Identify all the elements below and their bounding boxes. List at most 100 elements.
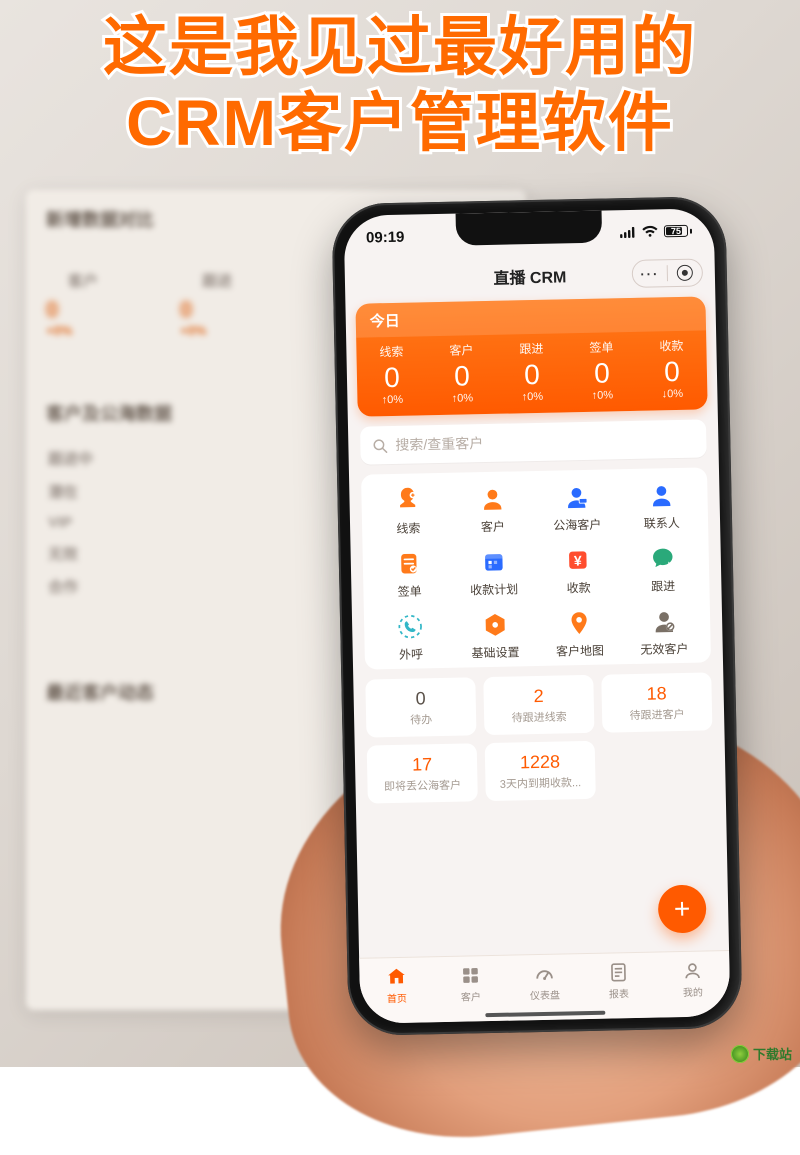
app-title: 直播 CRM	[493, 263, 566, 289]
module-客户地图[interactable]: 客户地图	[537, 607, 623, 660]
stat-value: 0	[637, 355, 708, 388]
task-label: 待办	[410, 711, 432, 727]
stat-delta: ↑0%	[567, 389, 637, 402]
module-label: 收款	[566, 579, 590, 596]
tab-客户[interactable]: 客户	[433, 956, 508, 1013]
tab-label: 客户	[461, 988, 481, 1003]
leads-icon	[392, 485, 423, 516]
task-count: 2	[533, 685, 543, 706]
module-签单[interactable]: 签单	[367, 548, 453, 601]
module-联系人[interactable]: 联系人	[619, 479, 705, 532]
home-indicator	[485, 1011, 605, 1018]
task-label: 待跟进线索	[511, 708, 566, 725]
module-label: 客户地图	[556, 642, 604, 660]
task-card[interactable]: 0 待办	[365, 677, 476, 737]
tab-仪表盘[interactable]: 仪表盘	[507, 954, 582, 1011]
stat-delta: ↑0%	[497, 390, 567, 403]
module-基础设置[interactable]: 基础设置	[452, 609, 538, 662]
module-label: 无效客户	[640, 640, 688, 658]
sign-icon	[394, 548, 425, 579]
report-icon	[607, 961, 629, 983]
today-stats: 线索 0 ↑0%客户 0 ↑0%跟进 0 ↑0%签单 0 ↑0%收款 0 ↓0%	[356, 330, 708, 416]
stat-label: 收款	[636, 336, 706, 354]
follow-icon	[647, 543, 678, 574]
module-客户[interactable]: 客户	[450, 483, 536, 536]
more-button[interactable]: ···	[633, 260, 668, 287]
task-card[interactable]: 18 待跟进客户	[601, 672, 712, 732]
module-label: 公海客户	[553, 516, 601, 534]
payment-icon: ¥	[563, 545, 594, 576]
task-count: 18	[646, 683, 666, 704]
close-miniprogram-button[interactable]	[668, 259, 703, 286]
navbar: 直播 CRM ···	[345, 252, 716, 300]
promo-title: 这是我见过最好用的 CRM客户管理软件	[0, 10, 800, 161]
miniprogram-capsule[interactable]: ···	[632, 258, 704, 287]
sea-customer-icon	[561, 482, 592, 513]
customer-icon	[477, 484, 508, 515]
task-label: 3天内到期收款...	[500, 774, 582, 792]
stat-签单[interactable]: 签单 0 ↑0%	[566, 338, 637, 402]
tab-我的[interactable]: 我的	[655, 951, 730, 1008]
stat-delta: ↓0%	[637, 387, 707, 400]
task-label: 即将丢公海客户	[384, 776, 461, 794]
plus-icon: +	[674, 893, 691, 925]
task-card[interactable]: 17 即将丢公海客户	[367, 743, 478, 803]
module-外呼[interactable]: 外呼	[368, 611, 454, 664]
customer-tab-icon	[459, 964, 481, 986]
module-label: 基础设置	[471, 643, 519, 661]
task-card[interactable]: 1228 3天内到期收款...	[485, 741, 596, 801]
module-公海客户[interactable]: 公海客户	[534, 481, 620, 534]
stat-跟进[interactable]: 跟进 0 ↑0%	[496, 339, 567, 403]
add-fab[interactable]: +	[658, 885, 707, 934]
module-收款[interactable]: ¥ 收款	[536, 544, 622, 597]
map-icon	[564, 608, 595, 639]
tab-label: 仪表盘	[530, 987, 560, 1003]
tab-label: 我的	[683, 984, 703, 999]
today-card: 今日 线索 0 ↑0%客户 0 ↑0%跟进 0 ↑0%签单 0 ↑0%收款 0 …	[355, 296, 707, 416]
status-time: 09:19	[366, 228, 405, 246]
search-input[interactable]: 搜索/查重客户	[360, 419, 707, 464]
stat-value: 0	[427, 360, 498, 393]
home-icon	[385, 966, 407, 988]
tab-报表[interactable]: 报表	[581, 953, 656, 1010]
task-label: 待跟进客户	[629, 705, 684, 722]
tab-首页[interactable]: 首页	[359, 957, 434, 1014]
svg-text:¥: ¥	[574, 552, 582, 568]
task-card[interactable]: 2 待跟进线索	[483, 675, 594, 735]
module-label: 联系人	[644, 514, 680, 532]
phone-frame: 09:19 75 直播 CRM ···	[331, 196, 742, 1036]
stat-value: 0	[357, 361, 428, 394]
signal-icon	[620, 226, 636, 237]
me-icon	[681, 960, 703, 982]
notch	[456, 211, 603, 246]
contact-icon	[646, 480, 677, 511]
stat-label: 跟进	[496, 339, 566, 357]
stat-delta: ↑0%	[357, 393, 427, 406]
module-label: 跟进	[651, 577, 675, 594]
module-label: 客户	[481, 518, 505, 535]
stat-线索[interactable]: 线索 0 ↑0%	[356, 342, 427, 406]
stat-收款[interactable]: 收款 0 ↓0%	[636, 336, 707, 400]
plan-icon	[478, 547, 509, 578]
wifi-icon	[642, 225, 658, 237]
battery-icon: 75	[664, 225, 692, 238]
stat-客户[interactable]: 客户 0 ↑0%	[426, 341, 497, 405]
stat-label: 线索	[356, 342, 426, 360]
stat-label: 客户	[426, 341, 496, 359]
module-grid: 线索 客户 公海客户 联系人 签单 收款计划 ¥ 收款 跟进 外呼 基础设置 客户…	[361, 467, 711, 669]
stat-label: 签单	[566, 338, 636, 356]
task-count: 1228	[520, 751, 560, 773]
module-无效客户[interactable]: 无效客户	[621, 605, 707, 658]
tab-label: 报表	[609, 985, 629, 1000]
module-label: 收款计划	[470, 580, 518, 598]
task-count: 17	[412, 754, 432, 775]
task-cards: 0 待办2 待跟进线索18 待跟进客户17 即将丢公海客户1228 3天内到期收…	[365, 672, 714, 803]
module-label: 线索	[396, 519, 420, 536]
module-收款计划[interactable]: 收款计划	[451, 546, 537, 599]
module-label: 外呼	[399, 645, 423, 662]
stat-value: 0	[567, 357, 638, 390]
stat-value: 0	[497, 358, 568, 391]
target-icon	[677, 265, 693, 281]
module-跟进[interactable]: 跟进	[620, 542, 706, 595]
module-线索[interactable]: 线索	[365, 485, 451, 538]
